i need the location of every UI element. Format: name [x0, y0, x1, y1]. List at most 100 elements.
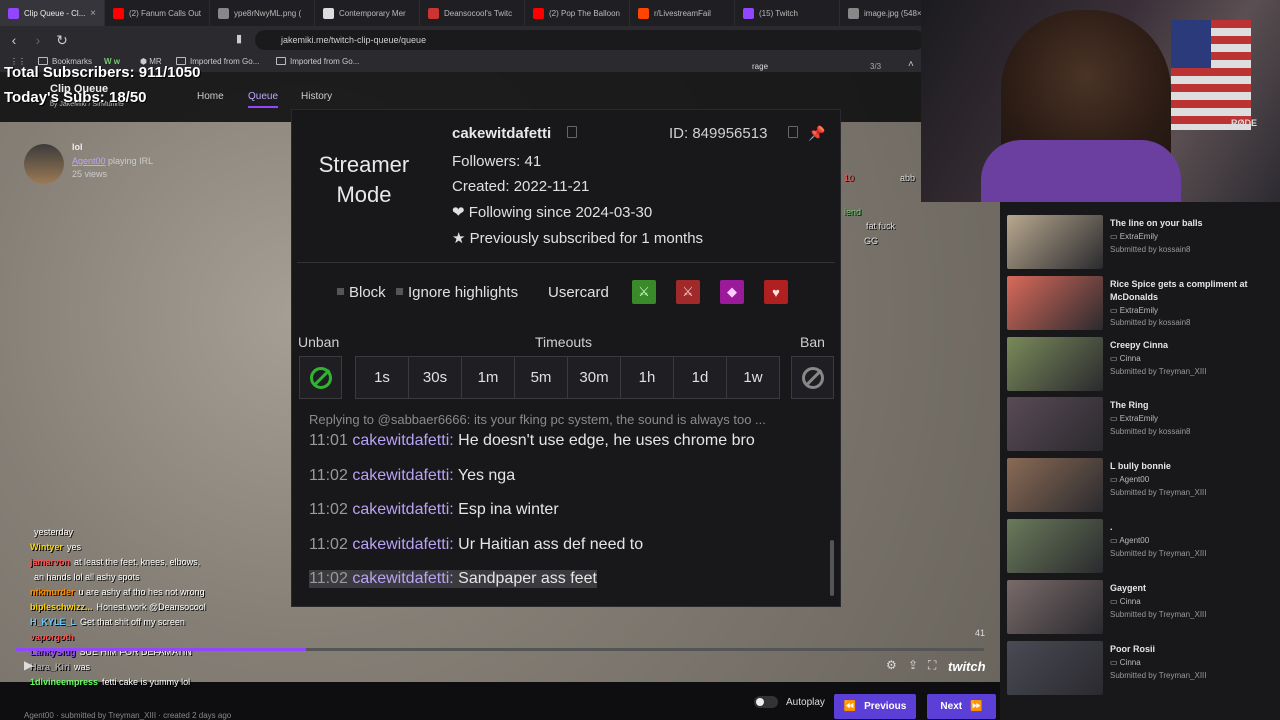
tab-label: (2) Pop The Balloon	[549, 8, 621, 18]
timeout-button-1d[interactable]: 1d	[673, 356, 727, 399]
browser-tab[interactable]: (2) Fanum Calls Out	[105, 0, 210, 26]
queue-item[interactable]: Gaygent ▭ Cinna Submitted by Treyman_XIII	[1007, 579, 1277, 636]
timeout-button-1h[interactable]: 1h	[620, 356, 674, 399]
queue-item[interactable]: . ▭ Agent00 Submitted by Treyman_XIII	[1007, 519, 1277, 575]
stream-chat-line: an hands lol all ashy spots	[30, 572, 140, 582]
find-input[interactable]: rage	[752, 62, 768, 71]
usercard-link[interactable]: Usercard	[548, 284, 609, 301]
ban-button[interactable]	[791, 356, 834, 399]
browser-tab[interactable]: (15) Twitch	[735, 0, 840, 26]
message-user[interactable]: cakewitdafetti:	[352, 501, 453, 518]
unban-label: Unban	[298, 334, 340, 350]
sword-icon[interactable]: ⚔	[632, 280, 656, 304]
back-icon[interactable]: ‹	[4, 30, 24, 50]
channel-icon: ▭	[1110, 414, 1120, 424]
clip-footer-meta: Agent00 · submitted by Treyman_XIII · cr…	[24, 711, 232, 720]
unban-button[interactable]	[299, 356, 342, 399]
avatar[interactable]	[24, 144, 64, 184]
queue-item-submitter: Submitted by Treyman_XIII	[1110, 549, 1207, 558]
message-text: Yes nga	[457, 466, 516, 484]
bookmark-item[interactable]: Imported from Go...	[276, 57, 359, 66]
clip-thumbnail[interactable]	[1007, 336, 1103, 391]
twitch-logo[interactable]: twitch	[948, 659, 986, 674]
close-tab-icon[interactable]: ×	[90, 8, 96, 19]
browser-tab[interactable]: Deansocool's Twitc	[420, 0, 525, 26]
queue-item[interactable]: Poor Rosii ▭ Cinna Submitted by Treyman_XI…	[1007, 640, 1277, 697]
queue-item-title: Gaygent	[1110, 582, 1147, 593]
browser-tab[interactable]: r/LivestreamFail	[630, 0, 735, 26]
clip-thumbnail[interactable]	[1007, 275, 1103, 330]
queue-item[interactable]: The line on your balls ▭ ExtraEmily Submit…	[1007, 215, 1277, 271]
chat-scrollbar[interactable]	[830, 540, 834, 596]
copy-icon[interactable]	[787, 126, 798, 138]
queue-item[interactable]: The Ring ▭ ExtraEmily Submitted by kossain…	[1007, 397, 1277, 453]
queue-item[interactable]: Creepy Cinna ▭ Cinna Submitted by Treyman_…	[1007, 336, 1277, 393]
message-time: 11:02	[309, 501, 348, 518]
chatter-message: fetti cake is yummy lol	[102, 677, 191, 687]
queue-item-title: L bully bonnie	[1110, 461, 1171, 472]
clip-thumbnail[interactable]	[1007, 519, 1103, 573]
reload-icon[interactable]: ↻	[52, 30, 72, 50]
timeout-button-30m[interactable]: 30m	[567, 356, 621, 399]
copy-icon[interactable]	[567, 126, 578, 138]
browser-tab[interactable]: Contemporary Mer	[315, 0, 420, 26]
pin-icon[interactable]: 📌	[808, 125, 825, 142]
fullscreen-icon[interactable]: ⛶	[928, 658, 936, 673]
sword-icon[interactable]: ⚔	[676, 280, 700, 304]
next-button[interactable]: Next ⏩	[927, 694, 996, 719]
chatter-message: at least the feet, knees, elbows,	[74, 557, 201, 567]
browser-tab[interactable]: ype8rNwyML.png (	[210, 0, 315, 26]
clip-thumbnail[interactable]	[1007, 640, 1103, 695]
clip-thumbnail[interactable]	[1007, 215, 1103, 269]
timeout-button-5m[interactable]: 5m	[514, 356, 568, 399]
tab-label: (15) Twitch	[759, 8, 798, 18]
timeout-button-1w[interactable]: 1w	[726, 356, 780, 399]
settings-icon[interactable]: ⚙	[886, 658, 897, 672]
message-user[interactable]: cakewitdafetti:	[352, 536, 453, 553]
previous-button[interactable]: ⏪ Previous	[834, 694, 916, 719]
stream-chat-line: nfkmurder u are ashy af tho hes not wrong	[30, 587, 205, 597]
clip-thumbnail[interactable]	[1007, 397, 1103, 452]
heart-icon[interactable]: ♥	[764, 280, 788, 304]
tab-label: ype8rNwyML.png (	[234, 8, 302, 18]
chatter-message: u are ashy af tho hes not wrong	[78, 587, 205, 597]
timeout-button-1s[interactable]: 1s	[355, 356, 409, 399]
queue-item[interactable]: L bully bonnie ▭ Agent00 Submitted by Trey…	[1007, 458, 1277, 514]
queue-item[interactable]: Rice Spice gets a compliment at McDonald…	[1007, 275, 1277, 332]
clip-thumbnail[interactable]	[1007, 579, 1103, 634]
message-user[interactable]: cakewitdafetti:	[352, 570, 453, 587]
queue-item-title: Rice Spice gets a compliment at McDonald…	[1110, 278, 1248, 302]
queue-item-submitter: Submitted by kossain8	[1110, 427, 1191, 437]
timeout-button-1m[interactable]: 1m	[461, 356, 515, 399]
queue-item-channel: ▭ Cinna	[1110, 596, 1141, 606]
checkbox[interactable]	[396, 288, 403, 295]
checkbox[interactable]	[337, 288, 344, 295]
play-icon[interactable]: ▶	[24, 658, 33, 672]
folder-icon	[276, 57, 286, 65]
autoplay-toggle[interactable]	[754, 696, 778, 708]
share-icon[interactable]: ⇪	[908, 658, 918, 672]
clip-channel: Agent00 playing IRL	[72, 156, 154, 166]
nav-history[interactable]: History	[301, 91, 332, 102]
forward-icon[interactable]: ›	[28, 30, 48, 50]
nav-queue[interactable]: Queue	[248, 91, 279, 108]
find-prev-icon[interactable]: ˄	[908, 59, 914, 70]
timeout-button-30s[interactable]: 30s	[408, 356, 462, 399]
mic-brand: RØDE	[1231, 118, 1258, 128]
clip-thumbnail[interactable]	[1007, 458, 1103, 513]
timeouts-label: Timeouts	[535, 334, 593, 350]
queue-item-channel: ▭ ExtraEmily	[1110, 232, 1159, 241]
queue-item-title: .	[1110, 522, 1113, 532]
browser-tab[interactable]: Clip Queue - Cl... ×	[0, 0, 105, 26]
nav-home[interactable]: Home	[197, 91, 224, 102]
rewind-icon: ⏪	[843, 701, 857, 712]
browser-tab[interactable]: (2) Pop The Balloon	[525, 0, 630, 26]
diamond-icon[interactable]: ◆	[720, 280, 744, 304]
message-user[interactable]: cakewitdafetti:	[352, 467, 453, 484]
block-toggle[interactable]: Block	[337, 284, 386, 301]
channel-icon: ▭	[1110, 232, 1120, 241]
ignore-highlights-toggle[interactable]: Ignore highlights	[396, 284, 518, 301]
url-field[interactable]: jakemiki.me/twitch-clip-queue/queue	[255, 30, 925, 50]
message-user[interactable]: cakewitdafetti:	[352, 432, 453, 449]
bookmark-star-icon[interactable]: ▮	[236, 32, 242, 45]
